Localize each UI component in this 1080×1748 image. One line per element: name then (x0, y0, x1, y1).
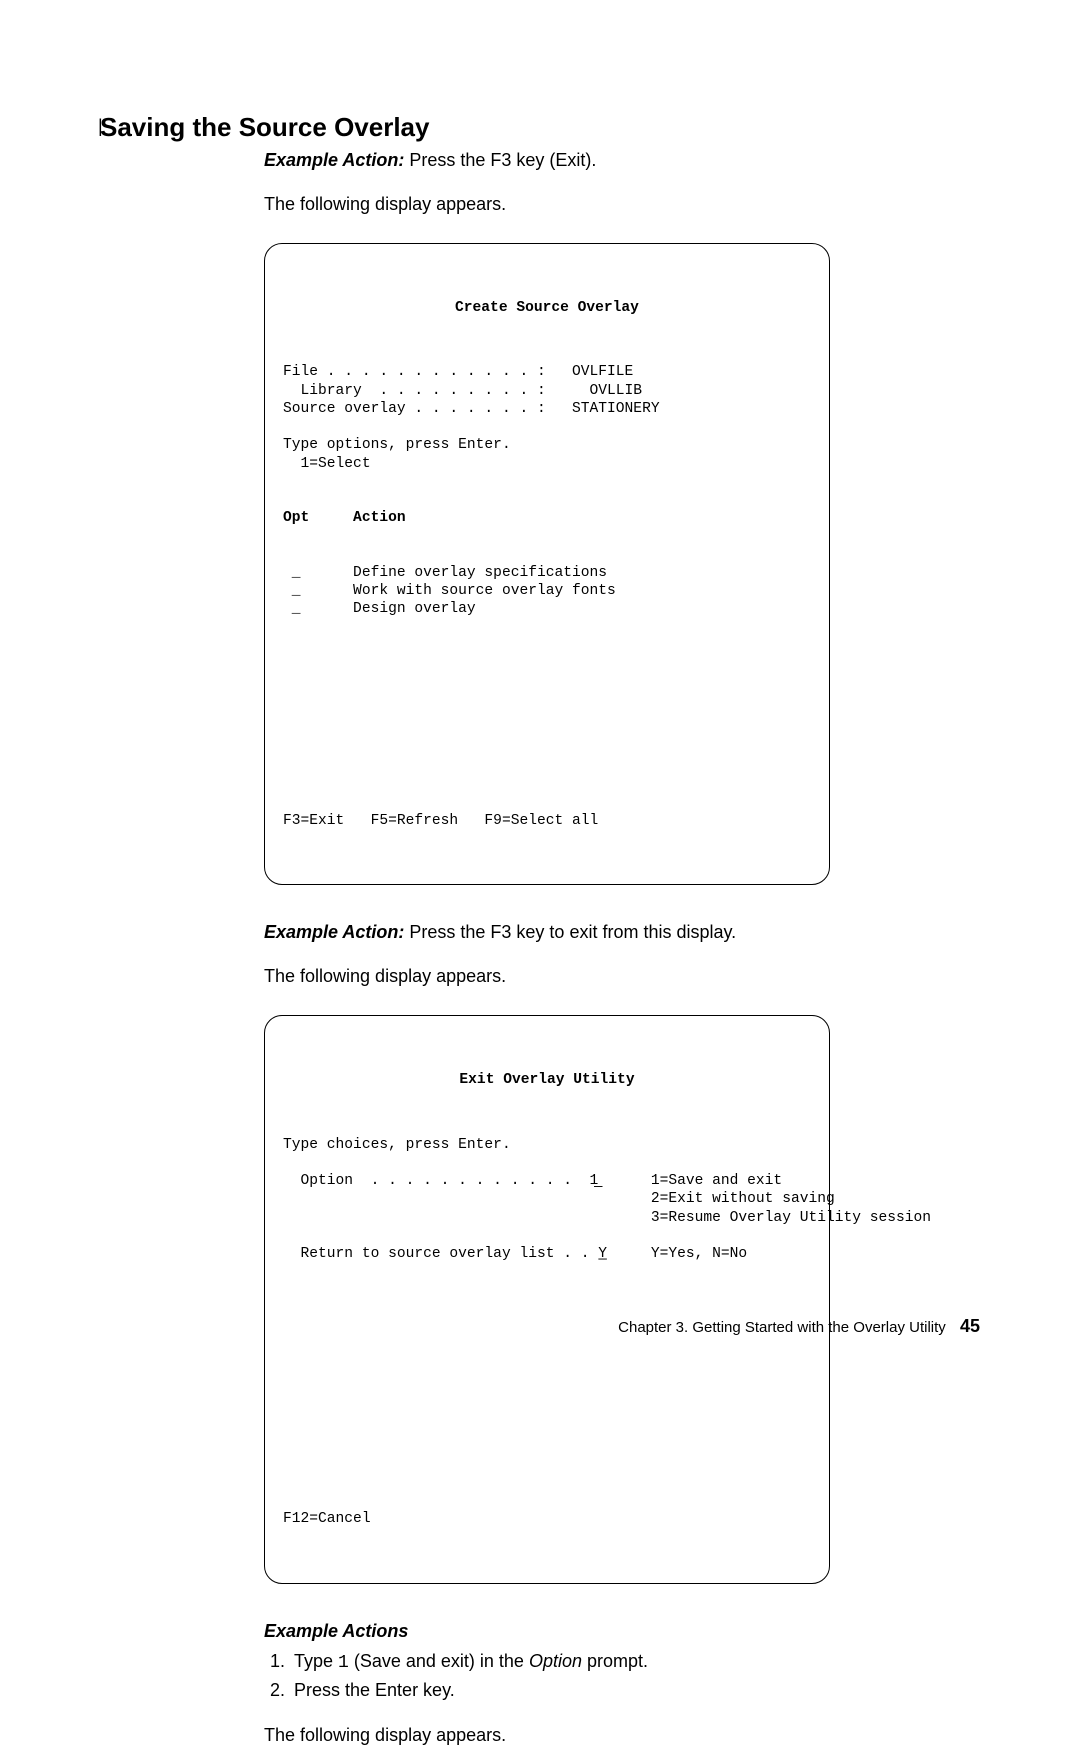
example-action-label: Example Action: (264, 150, 404, 170)
screen2-function-keys: F12=Cancel (283, 1510, 811, 1528)
terminal-screen-2: Exit Overlay Utility Type choices, press… (264, 1015, 830, 1583)
step1-code: 1 (338, 1653, 349, 1673)
example-action-text-2: Press the F3 key to exit from this displ… (404, 922, 736, 942)
step-1: Type 1 (Save and exit) in the Option pro… (290, 1648, 984, 1677)
body-column: Example Action: Press the F3 key (Exit).… (264, 147, 984, 1748)
example-action-1: Example Action: Press the F3 key (Exit). (264, 147, 984, 173)
screen2-title: Exit Overlay Utility (283, 1071, 811, 1089)
example-action-text: Press the F3 key (Exit). (404, 150, 596, 170)
page-footer: Chapter 3. Getting Started with the Over… (618, 1316, 980, 1337)
footer-chapter: Chapter 3. Getting Started with the Over… (618, 1319, 946, 1336)
terminal-screen-1: Create Source Overlay File . . . . . . .… (264, 243, 830, 885)
following-display-3: The following display appears. (264, 1722, 984, 1748)
following-display-1: The following display appears. (264, 191, 984, 217)
example-actions-subhead: Example Actions (264, 1618, 984, 1644)
step1-text-a: Type (294, 1651, 338, 1671)
screen1-body2: _ Define overlay specifications _ Work w… (283, 564, 811, 619)
example-action-2: Example Action: Press the F3 key to exit… (264, 919, 984, 945)
screen1-spacer (283, 655, 811, 771)
step1-option-word: Option (529, 1651, 582, 1671)
screen1-function-keys: F3=Exit F5=Refresh F9=Select all (283, 812, 811, 830)
step1-text-e: prompt. (582, 1651, 648, 1671)
screen2-body: Type choices, press Enter. Option . . . … (283, 1136, 811, 1264)
step1-text-c: (Save and exit) in the (349, 1651, 529, 1671)
step-2: Press the Enter key. (290, 1677, 984, 1704)
example-action-label-2: Example Action: (264, 922, 404, 942)
screen1-title: Create Source Overlay (283, 299, 811, 317)
screen1-body1: File . . . . . . . . . . . . : OVLFILE L… (283, 363, 811, 472)
following-display-2: The following display appears. (264, 963, 984, 989)
section-heading: Saving the Source Overlay (100, 112, 980, 143)
steps-list: Type 1 (Save and exit) in the Option pro… (264, 1648, 984, 1704)
page-number: 45 (960, 1316, 980, 1336)
screen1-column-headers: Opt Action (283, 509, 811, 527)
page: | Saving the Source Overlay Example Acti… (0, 0, 1080, 1397)
